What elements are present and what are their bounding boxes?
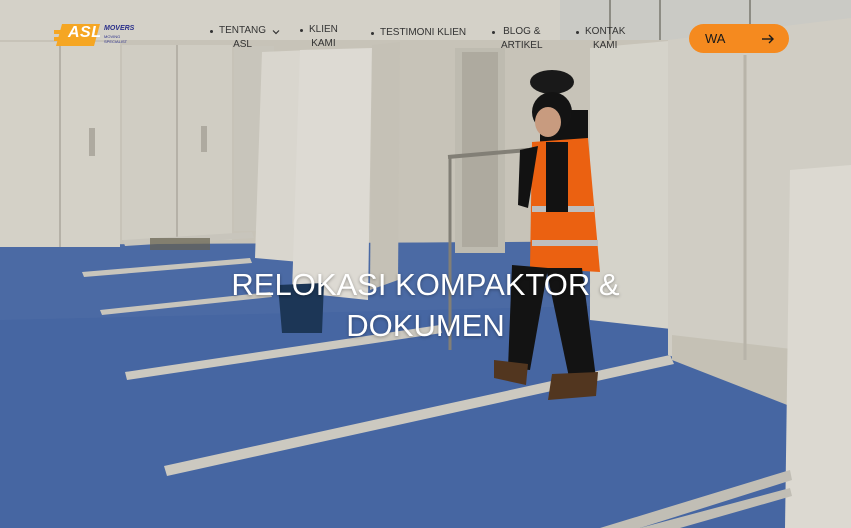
nav-bullet: [371, 32, 374, 35]
nav-item-klien-kami[interactable]: KLIEN KAMI: [300, 23, 338, 51]
nav-item-kontak-kami[interactable]: KONTAK KAMI: [576, 25, 625, 53]
wa-button-label: WA: [705, 31, 726, 46]
nav-bullet: [492, 31, 495, 34]
wa-button[interactable]: WA: [689, 24, 789, 53]
nav-item-label: BLOG & ARTIKEL: [501, 26, 543, 51]
nav-item-tentang-asl[interactable]: TENTANG ASL: [210, 24, 280, 52]
arrow-right-icon: [762, 34, 774, 43]
chevron-down-icon: [272, 30, 280, 35]
site-logo[interactable]: ASL MOVERS MOVING SPECIALIST: [54, 20, 144, 50]
logo-tagline: MOVING SPECIALIST: [104, 34, 128, 44]
logo-subtext: MOVERS: [104, 25, 135, 32]
nav-item-label: TENTANG ASL: [219, 25, 267, 50]
nav-item-label: KONTAK KAMI: [585, 26, 626, 51]
logo-text: ASL: [68, 24, 102, 41]
hero-title: RELOKASI KOMPAKTOR & DOKUMEN: [231, 267, 620, 343]
nav-item-testimoni-klien[interactable]: TESTIMONI KLIEN: [371, 26, 466, 40]
nav-item-label: TESTIMONI KLIEN: [380, 27, 467, 38]
nav-bullet: [210, 30, 213, 33]
nav-bullet: [576, 31, 579, 34]
nav-item-label: KLIEN KAMI: [309, 24, 338, 49]
nav-bullet: [300, 29, 303, 32]
nav-item-blog-artikel[interactable]: BLOG & ARTIKEL: [492, 25, 543, 53]
